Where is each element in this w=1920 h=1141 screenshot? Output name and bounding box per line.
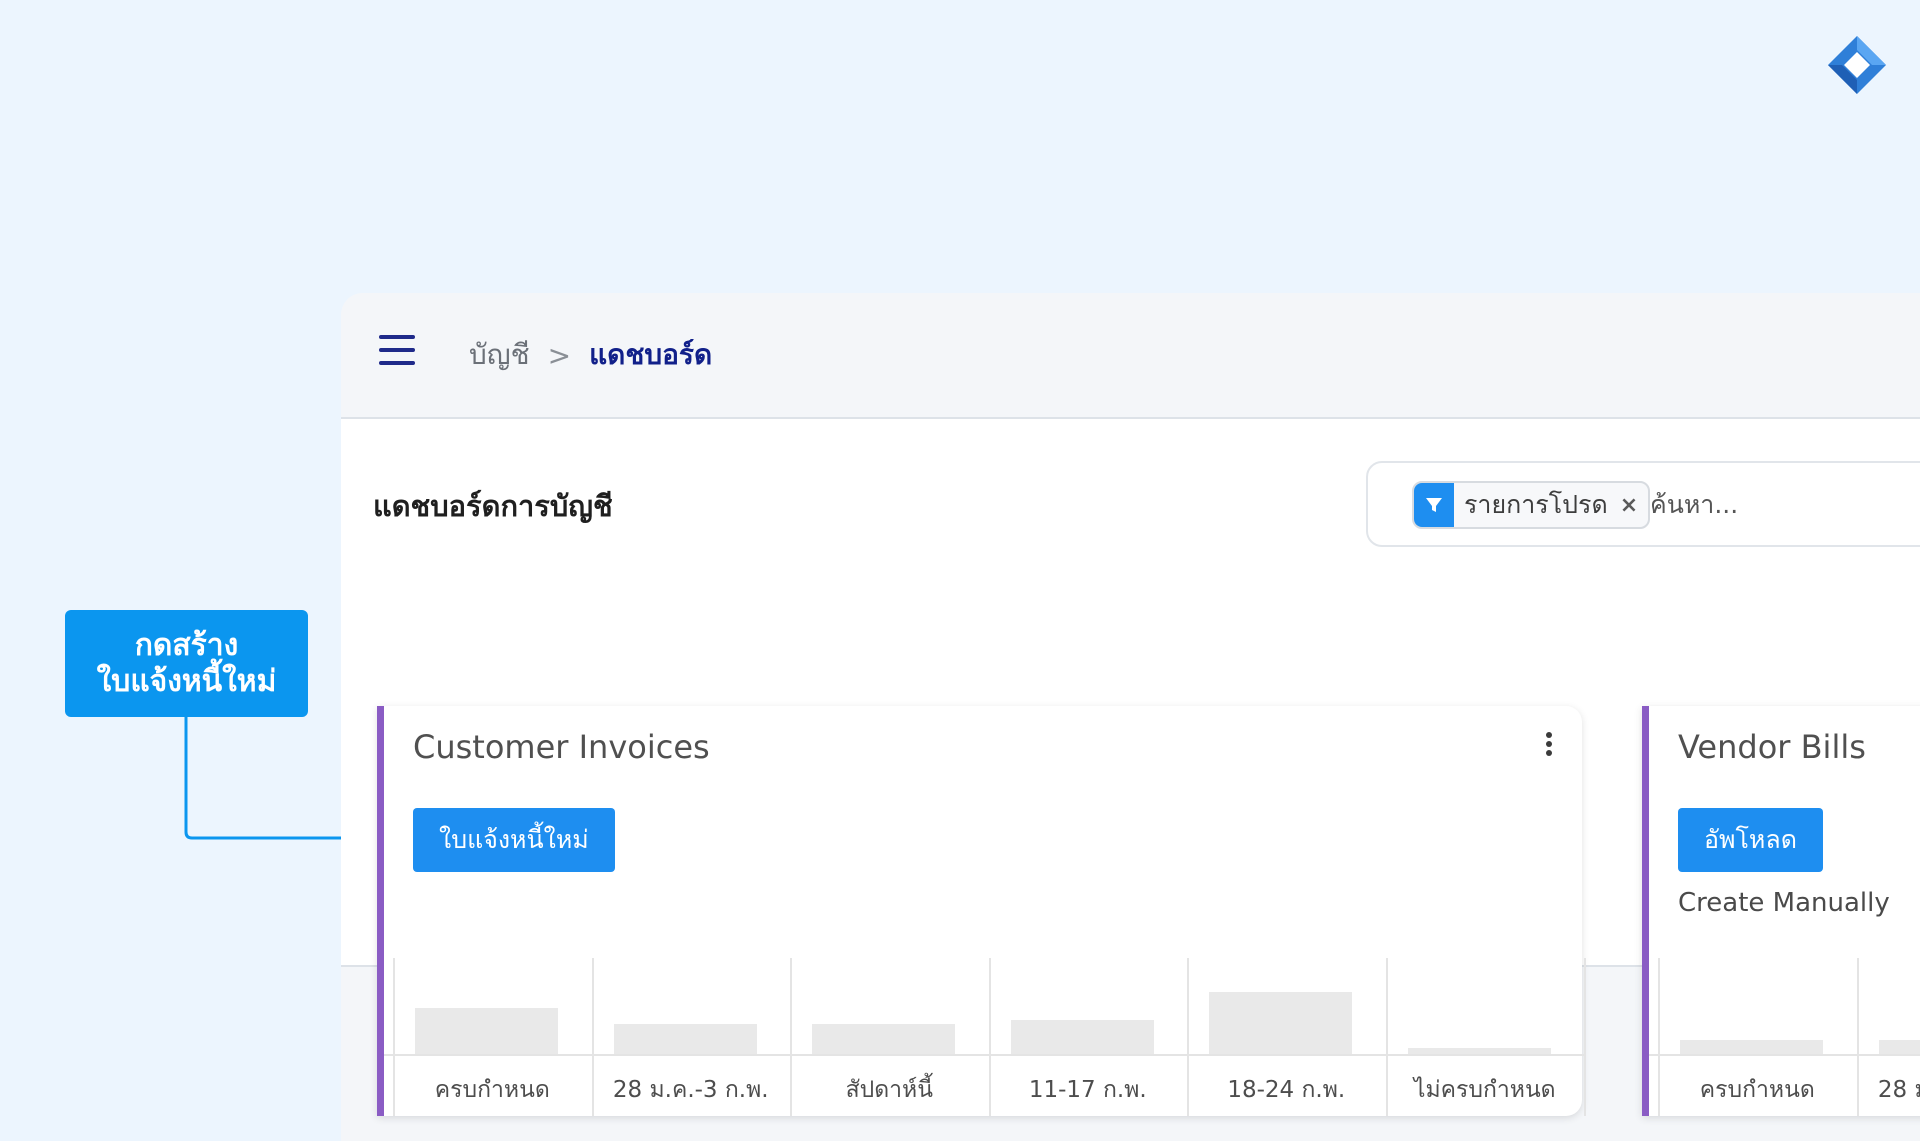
- chart-bar[interactable]: [1680, 1039, 1823, 1054]
- card-title: Vendor Bills: [1678, 728, 1866, 766]
- instruction-callout: กดสร้าง ใบแจ้งหนี้ใหม่: [65, 610, 308, 717]
- chart-bar[interactable]: [613, 1023, 757, 1054]
- upload-button[interactable]: อัพโหลด: [1678, 808, 1823, 872]
- callout-line-1: กดสร้าง: [134, 627, 239, 663]
- chart-bar[interactable]: [1407, 1047, 1551, 1054]
- create-manually-link[interactable]: Create Manually: [1678, 888, 1890, 918]
- facet-label: รายการโปรด: [1464, 490, 1608, 519]
- customer-invoices-card: Customer Invoices ใบแจ้งหนี้ใหม่ ครบกำหน…: [377, 706, 1586, 1116]
- chart-label: 28 ม.ค.-3 ก.พ.: [612, 1077, 769, 1103]
- breadcrumb-current: แดชบอร์ด: [589, 338, 713, 371]
- chart-baseline: [1649, 1054, 1920, 1056]
- breadcrumb-parent-link[interactable]: บัญชี: [469, 333, 530, 377]
- chart-label: 28 ม.ค.-3 ก.พ.: [1877, 1077, 1920, 1103]
- search-facet[interactable]: รายการโปรด ×: [1412, 481, 1651, 529]
- more-options-icon[interactable]: [1546, 732, 1554, 759]
- chart-label: 11-17 ก.พ.: [1028, 1077, 1147, 1103]
- company-logo-icon: [1828, 36, 1886, 94]
- chart-label: ครบกำหนด: [1699, 1077, 1815, 1103]
- search-bar: รายการโปรด ×: [1366, 461, 1920, 547]
- page-title: แดชบอร์ดการบัญชี: [373, 489, 613, 523]
- chart-label: ครบกำหนด: [434, 1077, 550, 1103]
- chart-bar[interactable]: [1010, 1019, 1154, 1054]
- chart-label: ไม่ครบกำหนด: [1413, 1077, 1556, 1103]
- hamburger-menu-icon[interactable]: [379, 335, 415, 367]
- chart-bar[interactable]: [1878, 1039, 1920, 1054]
- facet-remove-icon[interactable]: ×: [1620, 493, 1638, 518]
- chart-gridline: [1584, 958, 1586, 1116]
- callout-line-2: ใบแจ้งหนี้ใหม่: [96, 663, 277, 699]
- chart-baseline: [384, 1054, 1584, 1056]
- vendor-bills-card: Vendor Bills อัพโหลด Create Manually ครบ…: [1642, 706, 1920, 1116]
- invoice-chart: ครบกำหนด 28 ม.ค.-3 ก.พ. สัปดาห์นี้ 11-17 ก.…: [384, 958, 1586, 1116]
- breadcrumb-separator: >: [547, 338, 572, 372]
- chart-label: 18-24 ก.พ.: [1227, 1077, 1346, 1103]
- top-navbar: บัญชี > แดชบอร์ด: [341, 293, 1920, 419]
- chart-bar[interactable]: [415, 1007, 558, 1054]
- chart-bar[interactable]: [1209, 991, 1352, 1054]
- new-invoice-button[interactable]: ใบแจ้งหนี้ใหม่: [413, 808, 615, 872]
- card-title: Customer Invoices: [413, 728, 710, 766]
- chart-bar[interactable]: [812, 1023, 955, 1054]
- vendor-chart: ครบกำหนด 28 ม.ค.-3 ก.พ.: [1649, 958, 1920, 1116]
- app-window: บัญชี > แดชบอร์ด แดชบอร์ดการบัญชี รายการ…: [341, 293, 1920, 1141]
- search-input[interactable]: [1648, 483, 1920, 525]
- chart-label: สัปดาห์นี้: [845, 1077, 933, 1103]
- filter-icon: [1414, 483, 1454, 527]
- breadcrumb: บัญชี > แดชบอร์ด: [469, 333, 712, 377]
